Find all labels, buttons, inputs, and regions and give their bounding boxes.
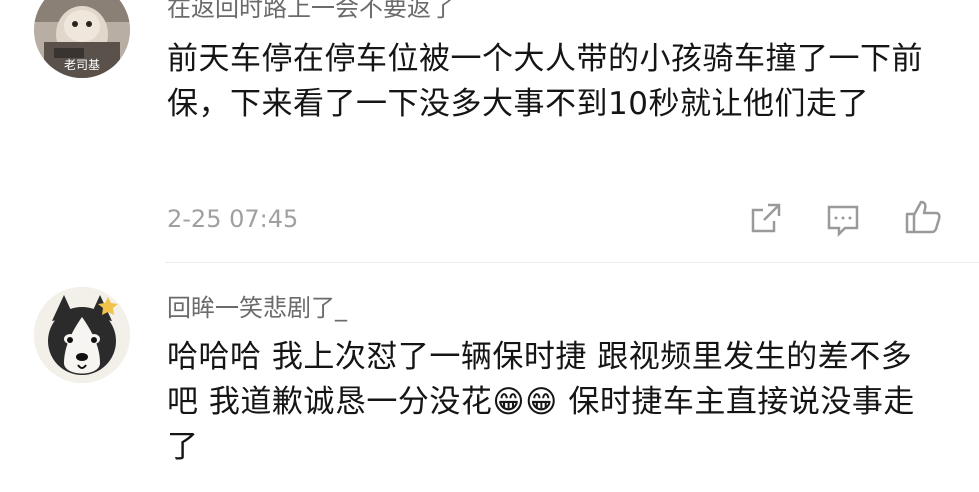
comment-item: 回眸一笑悲剧了_ 哈哈哈 我上次怼了一辆保时捷 跟视频里发生的差不多吧 我道歉诚… [0, 262, 979, 492]
avatar[interactable] [34, 287, 130, 383]
comment-icon[interactable] [825, 202, 861, 238]
comment-text: 哈哈哈 我上次怼了一辆保时捷 跟视频里发生的差不多吧 我道歉诚恳一分没花😁😁 保… [167, 339, 915, 465]
comment-text: 前天车停在停车位被一个大人带的小孩骑车撞了一下前保，下来看了一下没多大事不到10… [167, 41, 923, 122]
thumbs-up-icon[interactable] [904, 198, 941, 234]
comment-timestamp: 2-25 07:45 [167, 205, 299, 233]
comment-item: 老司基 在返回时路上一会不要返了 前天车停在停车位被一个大人带的小孩骑车撞了一下… [0, 0, 979, 262]
share-icon[interactable] [748, 200, 784, 236]
comment-username[interactable]: 在返回时路上一会不要返了 [167, 0, 455, 23]
avatar-image [34, 287, 130, 383]
comment-username[interactable]: 回眸一笑悲剧了_ [167, 288, 347, 323]
avatar[interactable]: 老司基 [34, 0, 130, 78]
avatar-badge: 老司基 [64, 58, 101, 72]
